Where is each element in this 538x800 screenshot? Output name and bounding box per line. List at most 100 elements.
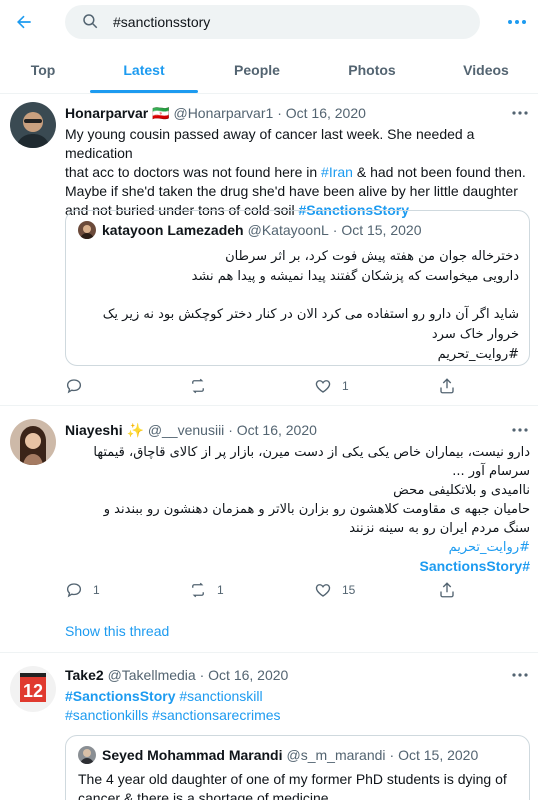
share-button[interactable] <box>438 376 456 396</box>
share-button[interactable] <box>438 580 456 600</box>
retweet-count: 1 <box>217 583 224 597</box>
tweet-text-line: ناامیدی و بلاتکلیفی محض <box>393 483 530 498</box>
tweet-more-icon[interactable] <box>510 422 530 438</box>
tweet-actions: 1 1 15 <box>65 580 530 600</box>
tweet-header: Honarparvar 🇮🇷 @Honarparvar1 · Oct 16, 2… <box>65 105 366 122</box>
tweet-actions: 1 <box>65 376 530 396</box>
tweet-header: Take2 @Takellmedia · Oct 16, 2020 <box>65 667 288 683</box>
like-button[interactable]: 1 <box>314 376 349 396</box>
share-icon <box>440 582 454 598</box>
quoted-tweet[interactable]: Seyed Mohammad Marandi @s_m_marandi · Oc… <box>65 735 530 800</box>
avatar[interactable] <box>10 102 56 148</box>
active-tab-indicator <box>90 90 198 93</box>
tweet-text-line: Maybe if she'd taken the drug she'd have… <box>65 183 518 199</box>
tweet-date[interactable]: · Oct 16, 2020 <box>228 422 317 438</box>
reply-button[interactable]: 1 <box>65 580 100 600</box>
like-count: 1 <box>342 379 349 393</box>
reply-icon <box>66 379 82 394</box>
user-handle[interactable]: @__venusiii <box>148 422 224 438</box>
search-icon <box>81 12 99 33</box>
user-handle[interactable]: @Honarparvar1 <box>173 105 273 121</box>
like-count: 15 <box>342 583 356 597</box>
search-input[interactable] <box>113 14 433 30</box>
user-handle[interactable]: @Takellmedia <box>108 667 196 683</box>
quoted-date: · Oct 15, 2020 <box>332 222 422 238</box>
hashtag-link[interactable]: #SanctionsStory <box>65 688 175 704</box>
tweet-more-icon[interactable] <box>510 105 530 121</box>
retweet-button[interactable] <box>189 376 207 396</box>
quoted-tweet[interactable]: katayoon Lamezadeh @KatayoonL · Oct 15, … <box>65 210 530 366</box>
quoted-text-line: خروار خاک سرد <box>431 327 519 342</box>
quoted-display-name: katayoon Lamezadeh <box>102 222 244 238</box>
country-flag: 🇮🇷 <box>152 105 170 121</box>
tab-top[interactable]: Top <box>0 46 86 94</box>
avatar[interactable] <box>10 419 56 465</box>
tweet-date[interactable]: · Oct 16, 2020 <box>277 105 366 121</box>
retweet-icon <box>192 378 204 394</box>
display-name[interactable]: Take2 <box>65 667 104 683</box>
quoted-handle: @s_m_marandi <box>286 747 386 763</box>
share-icon <box>440 378 454 394</box>
hashtag-link[interactable]: #روایت_تحریم <box>65 538 530 557</box>
quoted-display-name: Seyed Mohammad Marandi <box>102 747 283 763</box>
tweet-text-line: حامیان جبهه ی مقاومت کلاهشون رو بزارن با… <box>103 502 530 517</box>
search-tabs: Top Latest People Photos Videos <box>0 46 538 94</box>
quoted-tweet-header: Seyed Mohammad Marandi @s_m_marandi · Oc… <box>78 746 478 764</box>
hashtag-link[interactable]: #sanctionkills #sanctionsarecrimes <box>65 706 530 725</box>
back-arrow-icon[interactable] <box>10 8 38 36</box>
tab-videos[interactable]: Videos <box>434 46 538 94</box>
tweet-more-icon[interactable] <box>510 667 530 683</box>
quoted-handle: @KatayoonL <box>247 222 329 238</box>
text-segment: & had not been found then. <box>352 164 526 180</box>
tweet-text: #SanctionsStory #sanctionskill #sanction… <box>65 687 530 725</box>
tweet-text-line: that acc to doctors was not found here i… <box>65 163 530 182</box>
quoted-tweet-header: katayoon Lamezadeh @KatayoonL · Oct 15, … <box>78 221 421 239</box>
quoted-avatar <box>78 221 96 239</box>
tweet-text-line: سنگ مردم ایران رو به سینه نزنند <box>349 521 530 536</box>
reply-icon <box>66 583 82 598</box>
hashtag-link[interactable]: #sanctionskill <box>175 688 262 704</box>
tab-photos[interactable]: Photos <box>320 46 424 94</box>
quoted-text: دخترخاله جوان من هفته پیش فوت کرد، بر اث… <box>78 247 519 365</box>
heart-icon <box>315 380 331 393</box>
quoted-text-line: cancer & there is a shortage of medicine… <box>78 790 333 800</box>
retweet-icon <box>192 582 204 598</box>
tweet-header: Niayeshi ✨ @__venusiii · Oct 16, 2020 <box>65 422 317 439</box>
quoted-date: · Oct 15, 2020 <box>389 747 479 763</box>
hashtag-link[interactable]: #SanctionsStory <box>65 557 531 576</box>
tweet-text-line: My young cousin passed away of cancer la… <box>65 126 475 161</box>
quoted-text-line: The 4 year old daughter of one of my for… <box>78 771 507 787</box>
like-button[interactable]: 15 <box>314 580 355 600</box>
reply-button[interactable] <box>65 376 83 396</box>
quoted-avatar <box>78 746 96 764</box>
tweet-date[interactable]: · Oct 16, 2020 <box>200 667 289 683</box>
hashtag-link[interactable]: #Iran <box>321 164 353 180</box>
tab-latest[interactable]: Latest <box>90 46 198 94</box>
retweet-button[interactable]: 1 <box>189 580 224 600</box>
tweet-text-line: دارو نیست، بیماران خاص یکی یکی از دست می… <box>93 445 530 460</box>
more-options-icon[interactable] <box>504 10 530 34</box>
show-thread-link[interactable]: Show this thread <box>65 623 169 639</box>
avatar[interactable]: 12 <box>10 666 56 712</box>
top-bar <box>0 0 538 44</box>
text-segment: that acc to doctors was not found here i… <box>65 164 322 180</box>
svg-text:12: 12 <box>23 681 43 701</box>
tab-people[interactable]: People <box>205 46 309 94</box>
display-name[interactable]: Honarparvar <box>65 105 148 121</box>
quoted-text-line: #روایت_تحریم <box>437 347 519 362</box>
tweet-text: دارو نیست، بیماران خاص یکی یکی از دست می… <box>65 443 530 576</box>
search-box[interactable] <box>65 5 480 39</box>
tweet-item[interactable]: 12 Take2 @Takellmedia · Oct 16, 2020 #Sa… <box>0 654 538 800</box>
tweet-text-line: #SanctionsStory #sanctionskill <box>65 687 530 706</box>
reply-count: 1 <box>93 583 100 597</box>
tweet-item[interactable]: Honarparvar 🇮🇷 @Honarparvar1 · Oct 16, 2… <box>0 95 538 406</box>
sparkle-emoji-icon: ✨ <box>126 422 144 438</box>
display-name[interactable]: Niayeshi <box>65 422 123 438</box>
tweet-text-line: سرسام آور ... <box>452 464 530 479</box>
quoted-text-line: دخترخاله جوان من هفته پیش فوت کرد، بر اث… <box>225 249 519 264</box>
quoted-text: The 4 year old daughter of one of my for… <box>78 770 519 800</box>
tweet-text: My young cousin passed away of cancer la… <box>65 125 530 220</box>
heart-icon <box>315 584 331 597</box>
tweet-item[interactable]: Niayeshi ✨ @__venusiii · Oct 16, 2020 دا… <box>0 407 538 653</box>
